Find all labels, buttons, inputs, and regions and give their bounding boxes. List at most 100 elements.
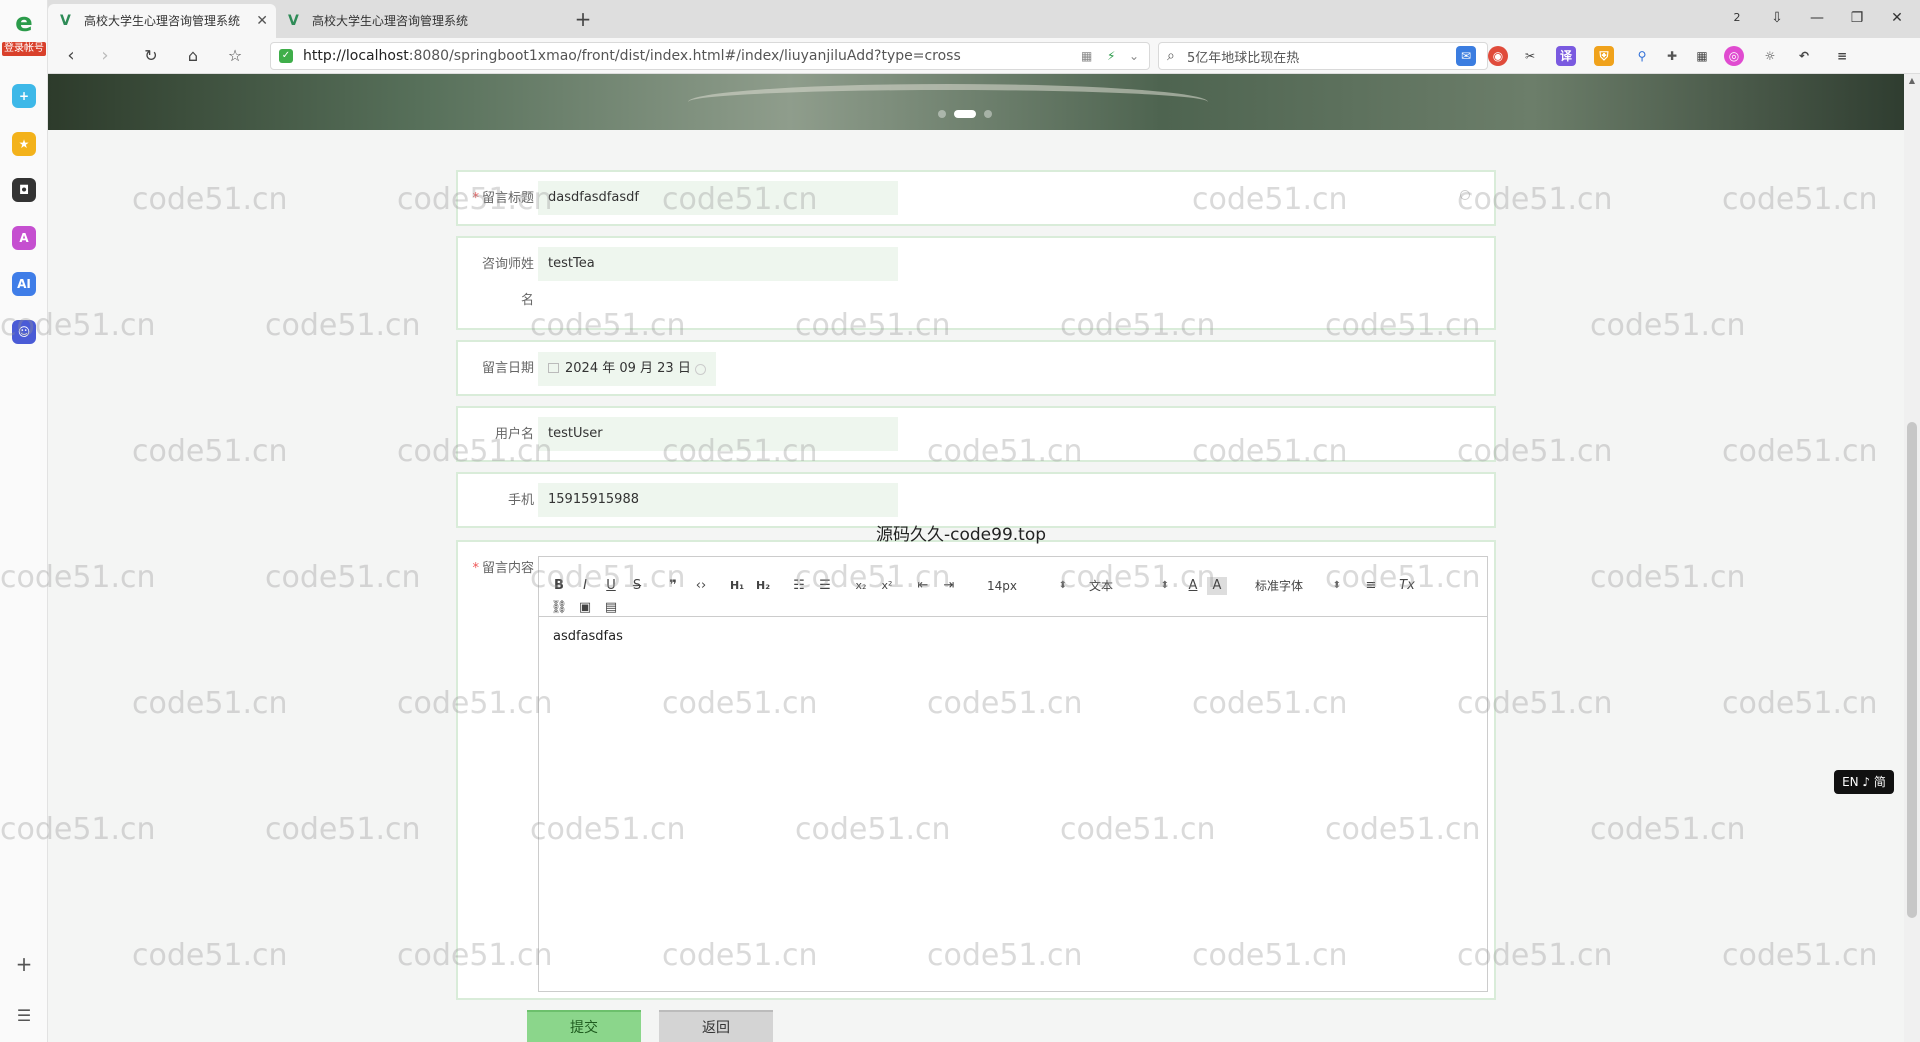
scrollbar-thumb[interactable] <box>1907 422 1917 918</box>
vue-favicon-icon: V <box>60 13 71 29</box>
game-icon[interactable]: ◘ <box>12 178 36 202</box>
login-badge[interactable]: 登录帐号 <box>2 42 46 56</box>
carousel-dot[interactable] <box>938 109 946 118</box>
select-arrow-icon: ⬍ <box>1160 580 1169 591</box>
search-box[interactable]: ⌕ <box>1158 42 1488 70</box>
tab-count-badge[interactable]: 2 <box>1722 6 1752 30</box>
date-picker[interactable]: 2024 年 09 月 23 日 <box>538 352 716 386</box>
indent-icon[interactable]: ⇥ <box>939 577 959 595</box>
title-row: * 留言标题 <box>456 170 1496 226</box>
editor-toolbar: B I U S ❞ ‹› H₁ H₂ ☷ ☰ x₂ x² ⇤ ⇥ 14px ⬍ 文… <box>539 557 1487 617</box>
brightness-icon[interactable]: ☼ <box>1760 46 1780 66</box>
grid-icon[interactable]: ▦ <box>1692 46 1712 66</box>
window-close-icon[interactable]: ✕ <box>1882 6 1912 30</box>
robot-icon[interactable]: ☺ <box>12 320 36 344</box>
subscript-icon[interactable]: x₂ <box>851 577 871 595</box>
carousel-dots <box>938 106 1000 121</box>
translate-icon[interactable]: 译 <box>1556 46 1576 66</box>
lightning-icon[interactable]: ⚡ <box>1107 43 1115 69</box>
menu-icon[interactable]: ≡ <box>1832 46 1852 66</box>
qr-icon[interactable]: ▦ <box>1081 43 1092 69</box>
date-row: 留言日期 2024 年 09 月 23 日 <box>456 340 1496 396</box>
new-tab-button[interactable]: + <box>568 4 598 34</box>
add-icon[interactable]: + <box>12 952 36 976</box>
forward-icon[interactable]: › <box>92 44 118 68</box>
background-color-icon[interactable]: A <box>1207 577 1227 595</box>
minimize-icon[interactable]: — <box>1802 6 1832 30</box>
bold-icon[interactable]: B <box>549 577 569 595</box>
code-icon[interactable]: ‹› <box>691 577 711 595</box>
address-bar[interactable]: ✓ http://localhost:8080/springboot1xmao/… <box>270 42 1150 70</box>
zoom-search-icon[interactable]: ⚲ <box>1632 46 1652 66</box>
clear-format-icon[interactable]: Tx <box>1397 577 1417 595</box>
phone-input[interactable] <box>538 483 898 517</box>
bullet-list-icon[interactable]: ☰ <box>815 577 835 595</box>
select-arrow-icon: ⬍ <box>1058 580 1067 591</box>
back-icon[interactable]: ‹ <box>58 44 84 68</box>
select-arrow-icon: ⬍ <box>1332 580 1341 591</box>
restore-icon[interactable]: ❐ <box>1842 6 1872 30</box>
content-label: * 留言内容 <box>472 561 534 576</box>
bookmark-star-icon[interactable]: ☆ <box>222 44 248 68</box>
extension-icon[interactable]: ✚ <box>1662 46 1682 66</box>
browser-sidebar: e 登录帐号 + ★ ◘ A AI ☺ + ☰ <box>0 0 48 1042</box>
italic-icon[interactable]: I <box>575 577 595 595</box>
carousel-dot-active[interactable] <box>954 109 976 118</box>
clear-icon[interactable] <box>695 364 706 375</box>
image-icon[interactable]: ▣ <box>575 599 595 617</box>
link-icon[interactable]: ⛓ <box>549 599 569 617</box>
color-wheel-icon[interactable]: ◎ <box>1724 46 1744 66</box>
font-family-select[interactable]: 标准字体 ⬍ <box>1255 577 1341 595</box>
title-input[interactable] <box>538 181 898 215</box>
clear-icon[interactable] <box>1460 190 1470 200</box>
ai-assistant-icon[interactable]: A <box>12 226 36 250</box>
submit-button[interactable]: 提交 <box>527 1010 641 1042</box>
rich-text-editor: B I U S ❞ ‹› H₁ H₂ ☷ ☰ x₂ x² ⇤ ⇥ 14px ⬍ 文… <box>538 556 1488 992</box>
ordered-list-icon[interactable]: ☷ <box>789 577 809 595</box>
strike-icon[interactable]: S <box>627 577 647 595</box>
ime-indicator[interactable]: EN ♪ 简 <box>1834 770 1894 794</box>
heading2-icon[interactable]: H₂ <box>753 577 773 595</box>
heading1-icon[interactable]: H₁ <box>727 577 747 595</box>
underline-icon[interactable]: U <box>601 577 621 595</box>
scissors-icon[interactable]: ✂ <box>1520 46 1540 66</box>
counselor-row: 咨询师姓 名 <box>456 236 1496 330</box>
superscript-icon[interactable]: x² <box>877 577 897 595</box>
carousel-dot[interactable] <box>984 109 992 118</box>
username-row: 用户名 <box>456 406 1496 462</box>
scroll-up-icon[interactable]: ▲ <box>1907 76 1917 86</box>
close-icon[interactable]: ✕ <box>256 4 268 38</box>
scrollbar[interactable]: ▲ <box>1904 74 1920 1042</box>
back-button[interactable]: 返回 <box>659 1010 773 1042</box>
editor-content[interactable]: asdfasdfas <box>553 629 623 644</box>
block-type-select[interactable]: 文本 ⬍ <box>1089 577 1169 595</box>
reload-icon[interactable]: ↻ <box>138 44 164 68</box>
quote-icon[interactable]: ❞ <box>663 577 683 595</box>
font-color-icon[interactable]: A <box>1183 577 1203 595</box>
outdent-icon[interactable]: ⇤ <box>913 577 933 595</box>
pin-icon[interactable]: ⇩ <box>1762 6 1792 30</box>
username-input[interactable] <box>538 417 898 451</box>
counselor-input[interactable] <box>538 247 898 281</box>
browser-logo-icon[interactable]: e <box>8 10 40 36</box>
shield-icon[interactable]: ⛨ <box>1594 46 1614 66</box>
undo-icon[interactable]: ↶ <box>1794 46 1814 66</box>
tab-inactive[interactable]: V 高校大学生心理咨询管理系统 <box>276 4 506 38</box>
font-size-select[interactable]: 14px ⬍ <box>987 577 1067 595</box>
ai-icon[interactable]: AI <box>12 272 36 296</box>
content-row: * 留言内容 B I U S ❞ ‹› H₁ H₂ ☷ ☰ x₂ x² ⇤ ⇥ 1… <box>456 540 1496 1000</box>
tab-active[interactable]: V 高校大学生心理咨询管理系统 ✕ <box>48 4 276 38</box>
mail-icon[interactable]: ✉ <box>1456 46 1476 66</box>
list-icon[interactable]: ☰ <box>12 1004 36 1028</box>
url-text[interactable]: http://localhost:8080/springboot1xmao/fr… <box>303 43 961 69</box>
date-label: 留言日期 <box>481 361 534 376</box>
video-icon[interactable]: ▤ <box>601 599 621 617</box>
search-icon: ⌕ <box>1167 48 1175 64</box>
align-icon[interactable]: ≡ <box>1361 577 1381 595</box>
star-icon[interactable]: ★ <box>12 132 36 156</box>
weibo-icon[interactable]: ◉ <box>1488 46 1508 66</box>
home-icon[interactable]: ⌂ <box>180 44 206 68</box>
search-input[interactable] <box>1187 45 1477 67</box>
chevron-down-icon[interactable]: ⌄ <box>1129 43 1139 69</box>
plus-app-icon[interactable]: + <box>12 84 36 108</box>
